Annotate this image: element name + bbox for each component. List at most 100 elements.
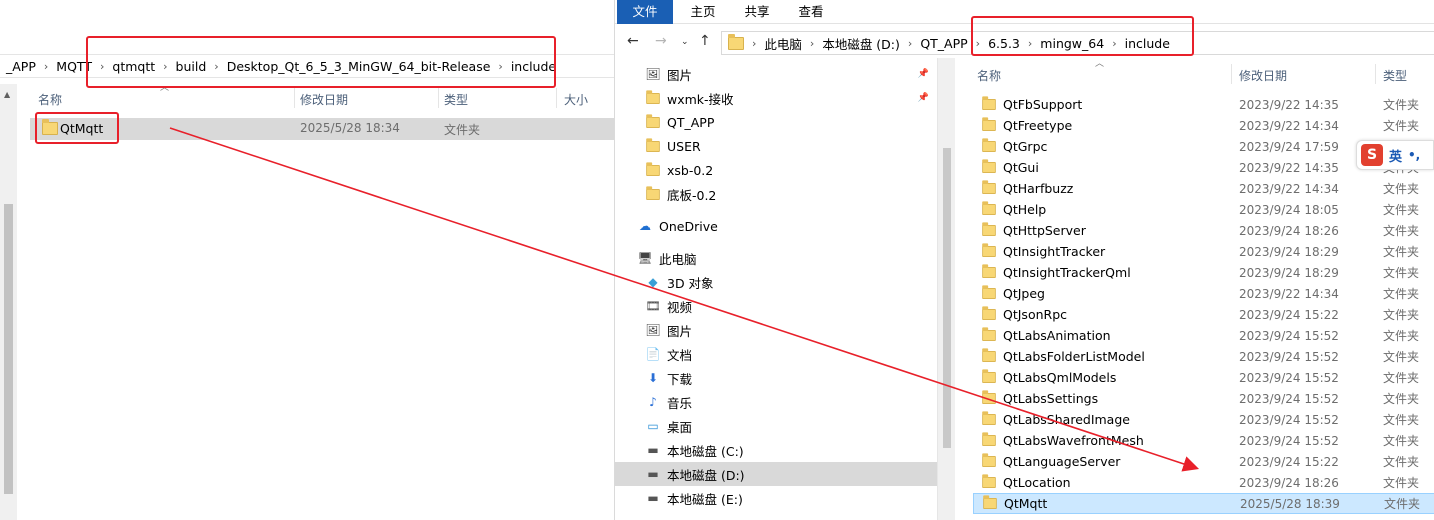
nav-item-label: 3D 对象 bbox=[667, 275, 714, 291]
nav-item[interactable]: ⬇ 下载 bbox=[615, 366, 955, 390]
nav-item[interactable]: ◆ 3D 对象 bbox=[615, 270, 955, 294]
breadcrumb-item[interactable]: 本地磁盘 (D:) bbox=[816, 34, 906, 53]
tab-home[interactable]: 主页 bbox=[677, 0, 729, 24]
navigation-pane-scrollbar-thumb[interactable] bbox=[943, 148, 951, 448]
tab-share[interactable]: 共享 bbox=[731, 0, 783, 24]
file-name: QtLabsSharedImage bbox=[1003, 412, 1130, 427]
nav-item[interactable]: 🖼 图片 bbox=[615, 318, 955, 342]
table-row[interactable]: QtLocation 2023/9/24 18:26 文件夹 bbox=[973, 472, 1434, 493]
breadcrumb-separator-icon[interactable]: › bbox=[906, 37, 914, 50]
nav-item-label: QT_APP bbox=[667, 114, 715, 130]
table-row[interactable]: QtLabsQmlModels 2023/9/24 15:52 文件夹 bbox=[973, 367, 1434, 388]
scroll-up-arrow-icon[interactable]: ▲ bbox=[4, 90, 10, 99]
folder-icon bbox=[982, 474, 996, 489]
file-date: 2023/9/24 15:52 bbox=[1239, 328, 1339, 343]
nav-item[interactable]: USER bbox=[615, 134, 955, 158]
nav-item[interactable]: ♪ 音乐 bbox=[615, 390, 955, 414]
column-divider[interactable] bbox=[1375, 64, 1376, 84]
table-row[interactable]: QtLabsWavefrontMesh 2023/9/24 15:52 文件夹 bbox=[973, 430, 1434, 451]
table-row[interactable]: QtHelp 2023/9/24 18:05 文件夹 bbox=[973, 199, 1434, 220]
column-type-header[interactable]: 类型 bbox=[1383, 67, 1407, 84]
table-row[interactable]: QtLabsSettings 2023/9/24 15:52 文件夹 bbox=[973, 388, 1434, 409]
nav-item[interactable]: ▬ 本地磁盘 (C:) bbox=[615, 438, 955, 462]
nav-item[interactable]: ▭ 桌面 bbox=[615, 414, 955, 438]
table-row[interactable]: QtLabsAnimation 2023/9/24 15:52 文件夹 bbox=[973, 325, 1434, 346]
folder-icon bbox=[982, 390, 996, 405]
column-name-header[interactable]: 名称 bbox=[977, 67, 1001, 84]
breadcrumb-item[interactable]: 此电脑 bbox=[758, 34, 808, 53]
nav-item[interactable]: QT_APP bbox=[615, 110, 955, 134]
folder-icon bbox=[645, 113, 661, 129]
file-type: 文件夹 bbox=[1383, 371, 1420, 385]
navigation-pane-scrollbar[interactable] bbox=[937, 58, 955, 520]
breadcrumb-separator-icon[interactable]: › bbox=[42, 60, 50, 73]
file-name: QtFbSupport bbox=[1003, 97, 1083, 112]
column-type-header[interactable]: 类型 bbox=[444, 91, 468, 108]
nav-item[interactable]: ▬ 本地磁盘 (E:) bbox=[615, 486, 955, 510]
table-row[interactable]: QtFbSupport 2023/9/22 14:35 文件夹 bbox=[973, 94, 1434, 115]
nav-item-label: 桌面 bbox=[667, 419, 693, 435]
nav-item[interactable]: 底板-0.2 bbox=[615, 182, 955, 206]
up-arrow-icon[interactable]: ↑ bbox=[699, 33, 711, 49]
ime-indicator[interactable]: S 英 •, bbox=[1356, 140, 1434, 170]
file-type: 文件夹 bbox=[1384, 497, 1421, 511]
recent-locations-chevron-icon[interactable]: ⌄ bbox=[681, 37, 689, 47]
pin-icon[interactable]: 📌 bbox=[918, 69, 929, 79]
table-row[interactable]: QtLabsFolderListModel 2023/9/24 15:52 文件夹 bbox=[973, 346, 1434, 367]
nav-item-label: 音乐 bbox=[667, 395, 693, 411]
file-name-cell: QtFreetype bbox=[981, 117, 1072, 133]
nav-item[interactable]: wxmk-接收 📌 bbox=[615, 86, 955, 110]
music-icon: ♪ bbox=[649, 395, 657, 409]
nav-item[interactable]: 🖥 此电脑 bbox=[615, 246, 955, 270]
breadcrumb-item[interactable]: _APP bbox=[0, 59, 42, 74]
right-explorer-window: 文件 主页 共享 查看 ← → ⌄ ↑ › 此电脑 › 本地磁盘 (D:) › QT_AP… bbox=[614, 0, 1434, 520]
file-name-cell: QtLabsAnimation bbox=[981, 327, 1111, 343]
table-row[interactable]: QtLanguageServer 2023/9/24 15:22 文件夹 bbox=[973, 451, 1434, 472]
tab-view[interactable]: 查看 bbox=[785, 0, 837, 24]
file-type: 文件夹 bbox=[1383, 203, 1420, 217]
nav-item[interactable]: 📄 文档 bbox=[615, 342, 955, 366]
column-divider[interactable] bbox=[556, 88, 557, 108]
pin-icon[interactable]: 📌 bbox=[918, 93, 929, 103]
nav-item-label: USER bbox=[667, 138, 701, 154]
back-arrow-icon[interactable]: ← bbox=[627, 33, 639, 49]
left-scrollbar-thumb[interactable] bbox=[4, 204, 13, 494]
column-divider[interactable] bbox=[438, 88, 439, 108]
file-name-cell: QtJpeg bbox=[981, 285, 1045, 301]
file-name: QtGui bbox=[1003, 160, 1039, 175]
table-row[interactable]: QtInsightTracker 2023/9/24 18:29 文件夹 bbox=[973, 241, 1434, 262]
column-date-header[interactable]: 修改日期 bbox=[1239, 67, 1287, 84]
column-name-header[interactable]: 名称 bbox=[38, 91, 62, 108]
file-date: 2023/9/24 18:29 bbox=[1239, 244, 1339, 259]
table-row[interactable]: QtLabsSharedImage 2023/9/24 15:52 文件夹 bbox=[973, 409, 1434, 430]
nav-item[interactable]: 🎞 视频 bbox=[615, 294, 955, 318]
breadcrumb-separator-icon[interactable]: › bbox=[750, 37, 758, 50]
nav-item[interactable]: xsb-0.2 bbox=[615, 158, 955, 182]
file-date: 2023/9/22 14:34 bbox=[1239, 286, 1339, 301]
table-row[interactable]: QtInsightTrackerQml 2023/9/24 18:29 文件夹 bbox=[973, 262, 1434, 283]
column-divider[interactable] bbox=[294, 88, 295, 108]
table-row[interactable]: QtMqtt 2025/5/28 18:39 文件夹 bbox=[973, 493, 1434, 514]
table-row[interactable]: QtFreetype 2023/9/22 14:34 文件夹 bbox=[973, 115, 1434, 136]
file-date: 2023/9/22 14:35 bbox=[1239, 97, 1339, 112]
table-row[interactable]: QtHttpServer 2023/9/24 18:26 文件夹 bbox=[973, 220, 1434, 241]
file-type: 文件夹 bbox=[1383, 224, 1420, 238]
breadcrumb-separator-icon[interactable]: › bbox=[808, 37, 816, 50]
column-date-header[interactable]: 修改日期 bbox=[300, 91, 348, 108]
table-row[interactable]: QtHarfbuzz 2023/9/22 14:34 文件夹 bbox=[973, 178, 1434, 199]
folder-icon bbox=[982, 201, 996, 216]
table-row[interactable]: QtJsonRpc 2023/9/24 15:22 文件夹 bbox=[973, 304, 1434, 325]
tab-file[interactable]: 文件 bbox=[617, 0, 673, 24]
folder-icon bbox=[982, 432, 996, 447]
nav-item[interactable]: ☁ OneDrive bbox=[615, 214, 955, 238]
nav-item[interactable]: 🖼 图片 📌 bbox=[615, 62, 955, 86]
breadcrumb-item[interactable]: QT_APP bbox=[914, 36, 973, 51]
column-divider[interactable] bbox=[1231, 64, 1232, 84]
nav-item[interactable]: ▬ 本地磁盘 (D:) bbox=[615, 462, 955, 486]
column-size-header[interactable]: 大小 bbox=[564, 91, 588, 108]
table-row[interactable]: QtJpeg 2023/9/22 14:34 文件夹 bbox=[973, 283, 1434, 304]
left-scrollbar[interactable]: ▲ bbox=[0, 84, 17, 520]
forward-arrow-icon[interactable]: → bbox=[655, 33, 667, 49]
file-name: QtInsightTracker bbox=[1003, 244, 1106, 259]
nav-item-label: 此电脑 bbox=[659, 251, 697, 267]
